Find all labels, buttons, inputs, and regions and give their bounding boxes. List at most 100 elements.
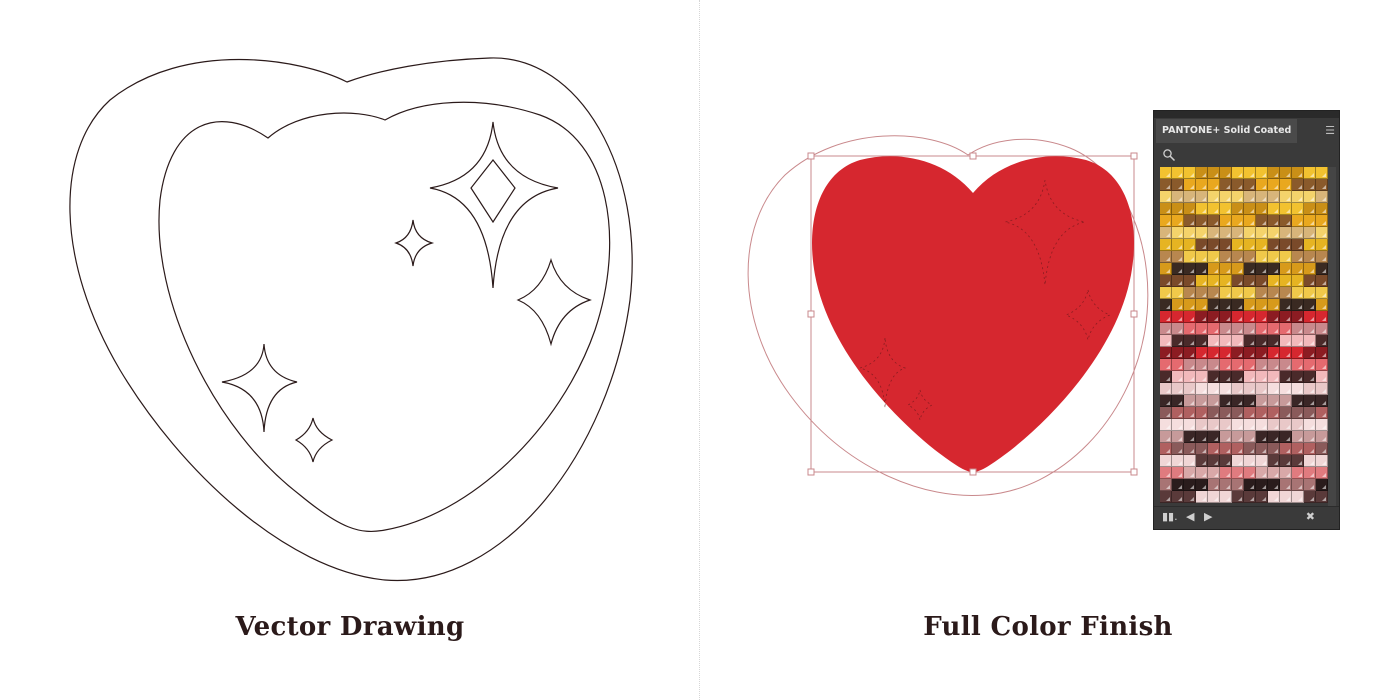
color-swatch[interactable] (1232, 323, 1244, 335)
color-swatch[interactable] (1244, 419, 1256, 431)
color-swatch[interactable] (1268, 179, 1280, 191)
color-swatch[interactable] (1196, 311, 1208, 323)
color-swatch[interactable] (1244, 287, 1256, 299)
color-swatch[interactable] (1304, 263, 1316, 275)
color-swatch[interactable] (1232, 203, 1244, 215)
color-swatch[interactable] (1220, 335, 1232, 347)
color-swatch[interactable] (1280, 311, 1292, 323)
color-swatch[interactable] (1196, 263, 1208, 275)
color-swatch[interactable] (1268, 491, 1280, 503)
color-swatch[interactable] (1220, 407, 1232, 419)
color-swatch[interactable] (1292, 395, 1304, 407)
color-swatch[interactable] (1208, 227, 1220, 239)
color-swatch[interactable] (1268, 419, 1280, 431)
color-swatch[interactable] (1292, 167, 1304, 179)
color-swatch[interactable] (1184, 383, 1196, 395)
color-swatch[interactable] (1280, 167, 1292, 179)
color-swatch[interactable] (1220, 467, 1232, 479)
color-swatch[interactable] (1292, 263, 1304, 275)
color-swatch[interactable] (1244, 167, 1256, 179)
color-swatch[interactable] (1244, 191, 1256, 203)
color-swatch[interactable] (1316, 419, 1328, 431)
color-swatch[interactable] (1220, 263, 1232, 275)
color-swatch[interactable] (1256, 443, 1268, 455)
color-swatch[interactable] (1244, 227, 1256, 239)
color-swatch[interactable] (1172, 287, 1184, 299)
color-swatch[interactable] (1244, 479, 1256, 491)
color-swatch[interactable] (1196, 251, 1208, 263)
color-swatch[interactable] (1316, 275, 1328, 287)
color-swatch[interactable] (1292, 359, 1304, 371)
color-swatch[interactable] (1172, 179, 1184, 191)
color-swatch[interactable] (1268, 371, 1280, 383)
color-swatch[interactable] (1208, 419, 1220, 431)
color-swatch[interactable] (1196, 167, 1208, 179)
color-swatch[interactable] (1304, 227, 1316, 239)
color-swatch[interactable] (1268, 275, 1280, 287)
color-swatch[interactable] (1304, 299, 1316, 311)
color-swatch[interactable] (1316, 491, 1328, 503)
color-swatch[interactable] (1316, 443, 1328, 455)
color-swatch[interactable] (1244, 263, 1256, 275)
color-swatch[interactable] (1304, 371, 1316, 383)
color-swatch[interactable] (1184, 215, 1196, 227)
color-swatch[interactable] (1232, 491, 1244, 503)
color-swatch[interactable] (1220, 275, 1232, 287)
color-swatch[interactable] (1184, 287, 1196, 299)
color-swatch[interactable] (1172, 215, 1184, 227)
color-swatch[interactable] (1196, 395, 1208, 407)
color-swatch[interactable] (1184, 263, 1196, 275)
color-swatch[interactable] (1304, 239, 1316, 251)
color-swatch[interactable] (1220, 431, 1232, 443)
color-swatch[interactable] (1196, 371, 1208, 383)
color-swatch[interactable] (1172, 419, 1184, 431)
color-swatch[interactable] (1292, 179, 1304, 191)
color-swatch[interactable] (1184, 179, 1196, 191)
color-swatch[interactable] (1292, 491, 1304, 503)
color-swatch[interactable] (1184, 311, 1196, 323)
color-swatch[interactable] (1304, 443, 1316, 455)
color-swatch[interactable] (1232, 407, 1244, 419)
color-swatch[interactable] (1304, 191, 1316, 203)
color-swatch[interactable] (1280, 383, 1292, 395)
color-swatch[interactable] (1268, 215, 1280, 227)
color-swatch[interactable] (1256, 467, 1268, 479)
color-swatch[interactable] (1292, 227, 1304, 239)
color-swatch[interactable] (1160, 383, 1172, 395)
color-swatch[interactable] (1172, 335, 1184, 347)
color-swatch[interactable] (1172, 299, 1184, 311)
color-swatch[interactable] (1256, 287, 1268, 299)
color-swatch[interactable] (1232, 371, 1244, 383)
color-swatch[interactable] (1256, 251, 1268, 263)
color-swatch[interactable] (1196, 239, 1208, 251)
color-swatch[interactable] (1196, 299, 1208, 311)
color-swatch[interactable] (1208, 239, 1220, 251)
color-swatch[interactable] (1184, 479, 1196, 491)
color-swatch[interactable] (1256, 335, 1268, 347)
color-swatch[interactable] (1196, 443, 1208, 455)
color-swatch[interactable] (1304, 179, 1316, 191)
color-swatch[interactable] (1256, 167, 1268, 179)
color-swatch[interactable] (1220, 359, 1232, 371)
color-swatch[interactable] (1292, 311, 1304, 323)
color-swatch[interactable] (1280, 371, 1292, 383)
color-swatch[interactable] (1292, 371, 1304, 383)
color-swatch[interactable] (1316, 383, 1328, 395)
color-swatch[interactable] (1232, 335, 1244, 347)
color-swatch[interactable] (1220, 371, 1232, 383)
color-swatch[interactable] (1208, 203, 1220, 215)
color-swatch[interactable] (1208, 215, 1220, 227)
color-swatch[interactable] (1160, 419, 1172, 431)
color-swatch[interactable] (1292, 419, 1304, 431)
color-swatch[interactable] (1220, 479, 1232, 491)
color-swatch[interactable] (1160, 167, 1172, 179)
color-swatch[interactable] (1292, 455, 1304, 467)
color-swatch[interactable] (1160, 191, 1172, 203)
color-swatch[interactable] (1196, 347, 1208, 359)
color-swatch[interactable] (1208, 287, 1220, 299)
color-swatch[interactable] (1292, 407, 1304, 419)
color-swatch[interactable] (1172, 479, 1184, 491)
color-swatch[interactable] (1184, 467, 1196, 479)
color-swatch[interactable] (1256, 371, 1268, 383)
color-swatch[interactable] (1184, 335, 1196, 347)
